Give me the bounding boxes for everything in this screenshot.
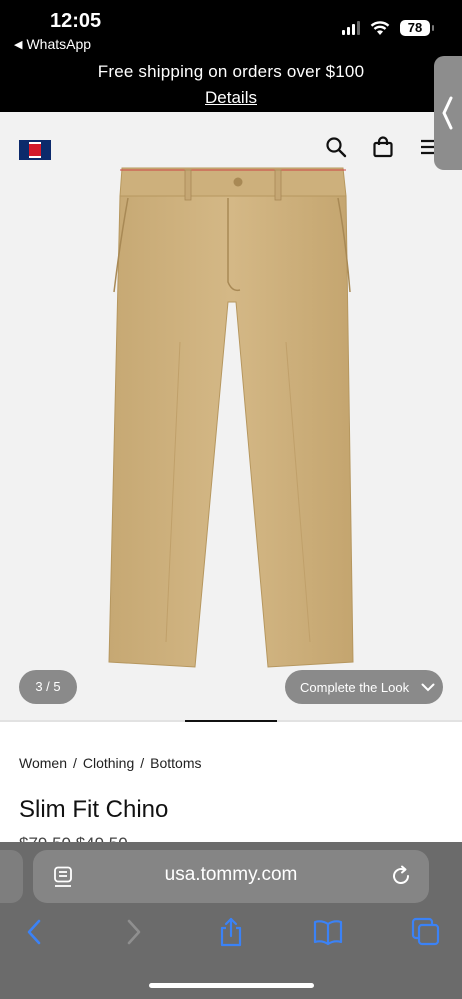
back-arrow-icon[interactable] [20, 917, 50, 947]
complete-the-look-label: Complete the Look [300, 679, 410, 695]
status-bar: 12:05 ◀ WhatsApp 78 [0, 0, 462, 56]
shopping-bag-icon[interactable] [372, 136, 394, 158]
complete-the-look-button[interactable]: Complete the Look [285, 670, 443, 704]
breadcrumb-separator: / [140, 755, 145, 771]
tabs-icon[interactable] [411, 917, 441, 947]
search-icon[interactable] [325, 136, 347, 158]
gallery-progress-indicator [0, 720, 462, 722]
cellular-signal-icon [342, 21, 360, 35]
reload-icon[interactable] [389, 864, 413, 888]
image-counter: 3 / 5 [19, 670, 77, 704]
product-title: Slim Fit Chino [19, 796, 169, 823]
gallery-progress-active [185, 720, 277, 722]
promo-message: Free shipping on orders over $100 [97, 62, 365, 81]
forward-arrow-icon[interactable] [118, 917, 148, 947]
wifi-icon [370, 20, 390, 35]
back-to-app-link[interactable]: ◀ WhatsApp [14, 36, 91, 52]
browser-nav-bar [0, 917, 462, 947]
product-price: $79.50 $49.50 [19, 834, 128, 842]
breadcrumb-clothing[interactable]: Clothing [83, 755, 134, 771]
breadcrumb-bottoms[interactable]: Bottoms [150, 755, 201, 771]
share-icon[interactable] [216, 917, 246, 947]
previous-tab-peek[interactable] [0, 850, 23, 903]
product-gallery[interactable]: 3 / 5 Complete the Look [0, 112, 462, 720]
promo-banner: Free shipping on orders over $100 Detail… [0, 56, 462, 112]
url-text: usa.tommy.com [164, 864, 298, 885]
bookmarks-icon[interactable] [313, 917, 343, 947]
breadcrumb: Women / Clothing / Bottoms [19, 755, 202, 771]
breadcrumb-women[interactable]: Women [19, 755, 67, 771]
status-time: 12:05 [50, 10, 102, 32]
product-image-chino-pants [108, 167, 354, 668]
back-app-label: WhatsApp [26, 36, 92, 52]
chevron-left-icon [442, 96, 453, 130]
side-panel-handle[interactable] [434, 56, 462, 170]
home-indicator[interactable] [149, 983, 314, 988]
product-page: 3 / 5 Complete the Look Women / Clothing… [0, 112, 462, 842]
browser-toolbar: usa.tommy.com [0, 842, 462, 999]
address-bar[interactable]: usa.tommy.com [33, 850, 429, 903]
promo-details-link[interactable]: Details [205, 88, 257, 108]
chevron-down-icon [421, 683, 435, 691]
breadcrumb-separator: / [72, 755, 77, 771]
tommy-logo[interactable] [19, 140, 51, 160]
back-triangle-icon: ◀ [14, 38, 23, 51]
battery-icon: 78 [400, 20, 434, 36]
status-indicators: 78 [342, 20, 434, 36]
